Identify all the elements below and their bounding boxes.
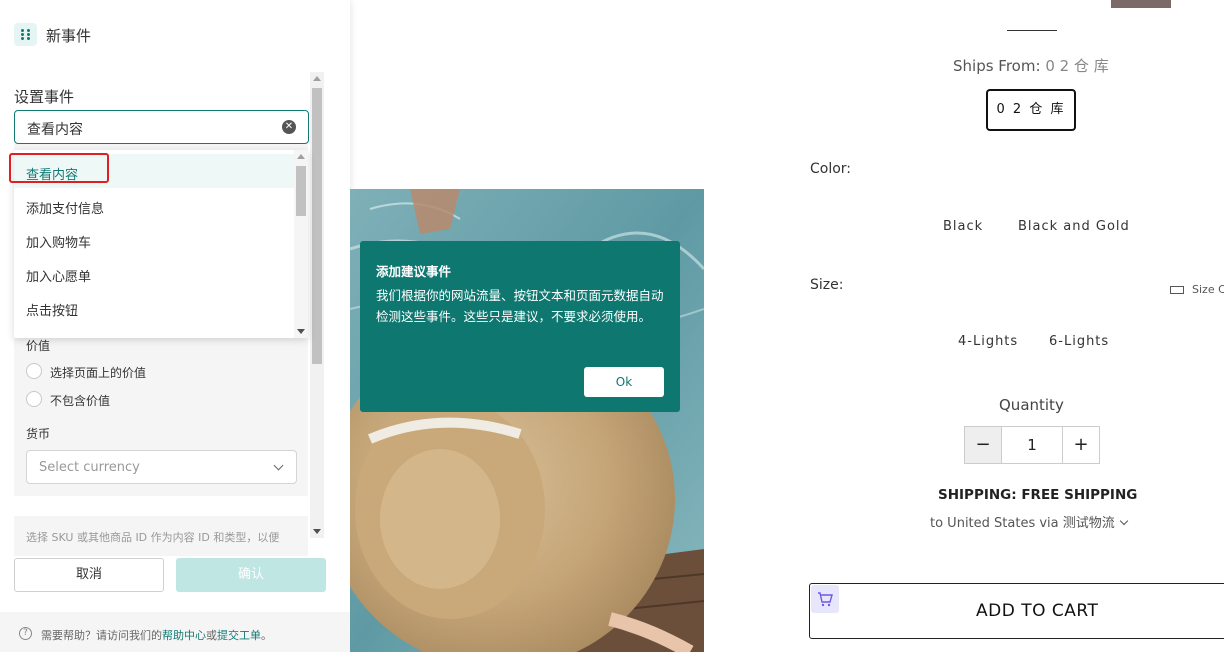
event-search-input[interactable]: 查看内容 ✕ — [14, 110, 309, 144]
quantity-input[interactable]: 1 — [1001, 426, 1063, 464]
submit-ticket-link[interactable]: 提交工单 — [217, 629, 261, 642]
dropdown-scrollbar[interactable] — [294, 150, 308, 338]
footer-text-or: 或 — [206, 629, 217, 642]
confirm-button[interactable]: 确认 — [176, 558, 326, 592]
dropdown-scrollbar-thumb[interactable] — [296, 166, 306, 216]
size-option-6-lights[interactable]: 6-Lights — [1049, 334, 1109, 349]
scroll-up-icon[interactable] — [313, 76, 321, 81]
clear-icon[interactable]: ✕ — [282, 120, 296, 134]
dropdown-option-add-to-cart[interactable]: 加入购物车 — [14, 222, 294, 256]
add-to-cart-label: ADD TO CART — [976, 601, 1099, 621]
dropdown-option-click-button[interactable]: 点击按钮 — [14, 290, 294, 324]
chevron-down-icon — [1119, 516, 1128, 526]
quantity-decrease-button[interactable]: − — [964, 426, 1002, 464]
color-option-black[interactable]: Black — [943, 219, 983, 234]
ships-from-label: Ships From: — [953, 57, 1041, 75]
event-input-value: 查看内容 — [27, 122, 83, 138]
ships-from-value: 0 2 仓 库 — [1045, 57, 1109, 75]
suggested-events-tooltip: 添加建议事件 我们根据你的网站流量、按钮文本和页面元数据自动检测这些事件。这些只… — [360, 241, 680, 412]
quantity-increase-button[interactable]: + — [1062, 426, 1100, 464]
value-label: 价值 — [26, 339, 51, 353]
radio-label-page-value: 选择页面上的价值 — [50, 366, 147, 380]
cart-icon-glyph — [818, 592, 833, 607]
drag-handle-icon[interactable] — [14, 23, 37, 46]
currency-select[interactable]: Select currency — [26, 450, 297, 484]
dropdown-option-add-payment-info[interactable]: 添加支付信息 — [14, 188, 294, 222]
scroll-down-icon[interactable] — [297, 329, 305, 334]
cart-icon[interactable] — [811, 585, 839, 613]
dropdown-option-add-to-wishlist[interactable]: 加入心愿单 — [14, 256, 294, 290]
color-option-black-gold[interactable]: Black and Gold — [1018, 219, 1130, 234]
ruler-icon — [1170, 286, 1184, 294]
panel-header: 新事件 — [0, 0, 350, 66]
scroll-up-icon[interactable] — [297, 154, 305, 159]
radio-select-page-value[interactable] — [26, 363, 42, 379]
scroll-down-icon[interactable] — [313, 529, 321, 534]
tooltip-title: 添加建议事件 — [376, 264, 452, 279]
currency-placeholder: Select currency — [39, 460, 140, 475]
help-icon: ? — [19, 627, 32, 640]
panel-scrollbar[interactable] — [310, 72, 324, 538]
radio-no-value[interactable] — [26, 391, 42, 407]
shipping-title: SHIPPING: FREE SHIPPING — [938, 487, 1138, 503]
content-id-hint: 选择 SKU 或其他商品 ID 作为内容 ID 和类型，以便 — [14, 516, 308, 556]
footer-text-end: 。 — [261, 629, 272, 642]
highlight-annotation-box — [9, 153, 109, 183]
size-guide-link[interactable]: Size C — [1170, 283, 1224, 296]
size-label: Size: — [810, 277, 844, 293]
warehouse-option[interactable]: 0 2 仓 库 — [986, 89, 1076, 131]
help-center-link[interactable]: 帮助中心 — [162, 629, 206, 642]
help-footer: ? 需要帮助？请访问我们的帮助中心或提交工单。 — [0, 612, 350, 652]
footer-text: 需要帮助？请访问我们的帮助中心或提交工单。 — [41, 627, 272, 643]
top-swatch[interactable] — [1111, 0, 1171, 8]
cancel-button[interactable]: 取消 — [14, 558, 164, 592]
chevron-down-icon — [273, 460, 284, 471]
tooltip-body: 我们根据你的网站流量、按钮文本和页面元数据自动检测这些事件。这些只是建议，不要求… — [376, 288, 664, 324]
color-label: Color: — [810, 161, 852, 177]
currency-label: 货币 — [26, 427, 51, 441]
radio-label-no-value: 不包含价值 — [50, 394, 111, 408]
size-option-4-lights[interactable]: 4-Lights — [958, 334, 1018, 349]
tooltip-ok-button[interactable]: Ok — [584, 367, 664, 397]
divider — [1007, 30, 1057, 31]
hint-text: 选择 SKU 或其他商品 ID 作为内容 ID 和类型，以便 — [26, 531, 280, 544]
shipping-sub-text: to United States via 测试物流 — [930, 516, 1115, 531]
event-setup-panel: 新事件 设置事件 查看内容 ✕ 价值 选择页面上的价值 不包含价值 货币 Sel… — [0, 0, 350, 652]
footer-text-before: 需要帮助？请访问我们的 — [41, 629, 162, 642]
set-event-label: 设置事件 — [14, 88, 75, 106]
add-to-cart-button[interactable]: ADD TO CART — [809, 583, 1224, 639]
quantity-label: Quantity — [999, 396, 1064, 414]
panel-title: 新事件 — [46, 27, 92, 45]
ships-from: Ships From: 0 2 仓 库 — [953, 55, 1109, 76]
size-guide-label: Size C — [1192, 283, 1224, 296]
scrollbar-thumb[interactable] — [312, 88, 322, 364]
shipping-method-selector[interactable]: to United States via 测试物流 — [930, 512, 1128, 531]
